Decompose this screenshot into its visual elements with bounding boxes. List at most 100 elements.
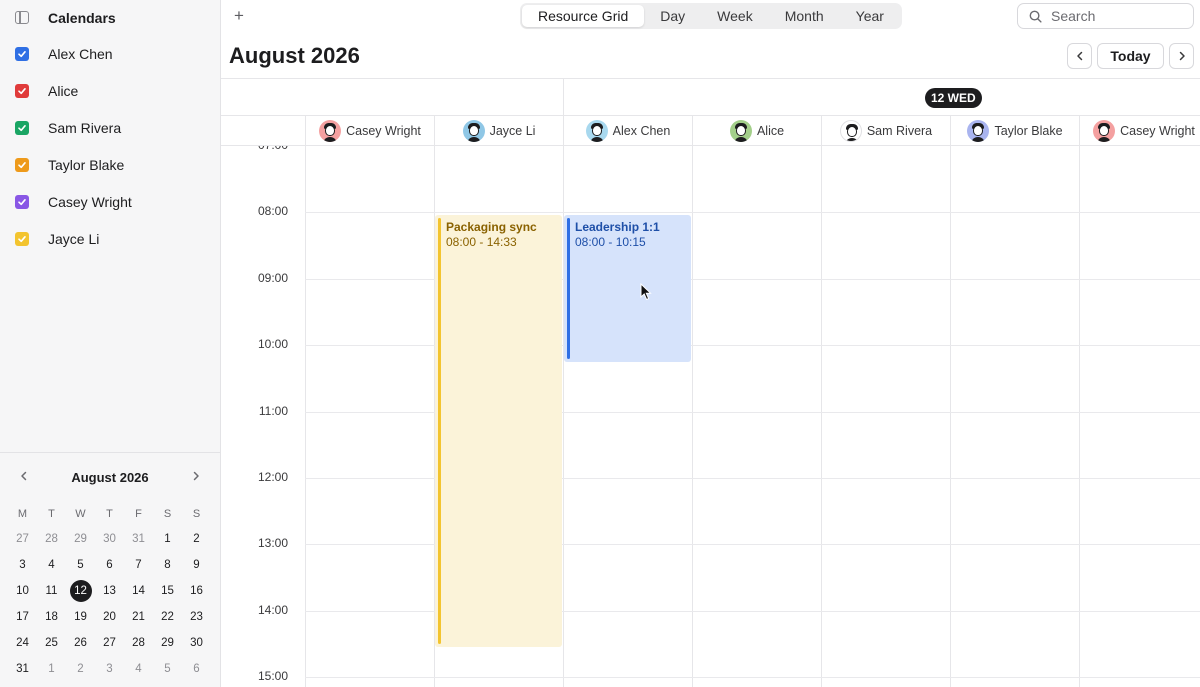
time-label: 08:00: [257, 204, 288, 219]
resource-header[interactable]: Casey Wright: [305, 116, 434, 146]
mini-day[interactable]: 21: [124, 604, 153, 630]
mini-day[interactable]: 13: [95, 578, 124, 604]
calendar-checkbox[interactable]: [15, 46, 29, 61]
mini-day-selected[interactable]: 12: [66, 578, 95, 604]
mini-day[interactable]: 28: [37, 526, 66, 552]
calendar-checkbox[interactable]: [15, 157, 29, 172]
mini-day[interactable]: 4: [124, 656, 153, 682]
mini-day[interactable]: 5: [153, 656, 182, 682]
mini-day[interactable]: 1: [153, 526, 182, 552]
time-grid[interactable]: 07:00 08:00 09:00 10:00 11:00 12:00 13:00 14:00…: [221, 146, 1200, 687]
mini-day[interactable]: 27: [8, 526, 37, 552]
mini-calendar-title: August 2026: [71, 470, 149, 485]
view-tab-day[interactable]: Day: [644, 5, 701, 27]
weekday-label: S: [192, 507, 201, 520]
mini-day[interactable]: 1: [37, 656, 66, 682]
calendar-item[interactable]: Jayce Li: [0, 220, 220, 257]
calendar-item[interactable]: Alice: [0, 72, 220, 109]
mini-next-month-button[interactable]: [188, 468, 204, 484]
event-title: Packaging sync: [446, 220, 537, 235]
mini-day[interactable]: 15: [153, 578, 182, 604]
mini-day[interactable]: 31: [124, 526, 153, 552]
mini-day[interactable]: 31: [8, 656, 37, 682]
resource-header[interactable]: Alex Chen: [563, 116, 692, 146]
mini-day[interactable]: 6: [95, 552, 124, 578]
search-input[interactable]: [1051, 6, 1186, 26]
today-button[interactable]: Today: [1097, 43, 1164, 69]
mini-day[interactable]: 2: [66, 656, 95, 682]
mini-day[interactable]: 30: [182, 630, 211, 656]
mini-day[interactable]: 27: [95, 630, 124, 656]
mini-day[interactable]: 8: [153, 552, 182, 578]
calendar-app: Calendars Alex Chen Alice Sam Rivera Taylor…: [0, 0, 1200, 687]
mini-day[interactable]: 6: [182, 656, 211, 682]
mini-day[interactable]: 30: [95, 526, 124, 552]
mini-day[interactable]: 18: [37, 604, 66, 630]
mini-day[interactable]: 10: [8, 578, 37, 604]
mini-day-number: 8: [164, 559, 171, 571]
mini-day-number: 28: [132, 637, 145, 649]
hour-line: [305, 212, 1200, 214]
mini-day[interactable]: 16: [182, 578, 211, 604]
calendar-item[interactable]: Alex Chen: [0, 35, 220, 72]
add-event-button[interactable]: +: [231, 7, 247, 24]
mini-day[interactable]: 23: [182, 604, 211, 630]
mini-day[interactable]: 24: [8, 630, 37, 656]
mini-day[interactable]: 5: [66, 552, 95, 578]
resource-header[interactable]: Casey Wright: [1079, 116, 1200, 146]
mini-day[interactable]: 29: [153, 630, 182, 656]
event-color-bar: [438, 218, 441, 645]
sidebar-toggle-icon[interactable]: [15, 11, 29, 24]
mini-day[interactable]: 29: [66, 526, 95, 552]
mini-day[interactable]: 2: [182, 526, 211, 552]
next-period-button[interactable]: [1169, 43, 1194, 69]
mini-day[interactable]: 4: [37, 552, 66, 578]
avatar: [839, 120, 862, 142]
mini-day[interactable]: 22: [153, 604, 182, 630]
mini-day[interactable]: 11: [37, 578, 66, 604]
mini-day[interactable]: 25: [37, 630, 66, 656]
checkmark-icon: [18, 124, 26, 131]
view-tab-resource-grid[interactable]: Resource Grid: [522, 5, 645, 27]
resource-header[interactable]: Taylor Blake: [950, 116, 1079, 146]
calendar-checkbox[interactable]: [15, 120, 29, 135]
calendar-item[interactable]: Casey Wright: [0, 183, 220, 220]
resource-header[interactable]: Sam Rivera: [821, 116, 950, 146]
hour-line: [305, 677, 1200, 679]
mini-day[interactable]: 3: [8, 552, 37, 578]
mini-day[interactable]: 19: [66, 604, 95, 630]
mini-day-number: 29: [74, 533, 87, 545]
mini-day-number: 19: [74, 611, 87, 623]
search-box[interactable]: [1017, 3, 1194, 29]
mini-day-number: 3: [19, 559, 26, 571]
mini-day-number: 5: [164, 663, 171, 675]
calendar-item[interactable]: Taylor Blake: [0, 146, 220, 183]
chevron-left-icon: [1076, 51, 1082, 61]
view-tab-year[interactable]: Year: [840, 5, 900, 27]
mini-day[interactable]: 26: [66, 630, 95, 656]
mini-day-number: 22: [161, 611, 174, 623]
resource-name: Alex Chen: [612, 124, 671, 138]
mini-day[interactable]: 28: [124, 630, 153, 656]
event-title: Leadership 1:1: [575, 220, 660, 235]
calendar-checkbox[interactable]: [15, 83, 29, 98]
view-tab-week[interactable]: Week: [701, 5, 769, 27]
avatar: [319, 120, 342, 142]
resource-header[interactable]: Alice: [692, 116, 821, 146]
avatar: [729, 120, 752, 142]
calendar-checkbox[interactable]: [15, 194, 29, 209]
view-tab-month[interactable]: Month: [769, 5, 840, 27]
prev-period-button[interactable]: [1067, 43, 1092, 69]
mini-day[interactable]: 7: [124, 552, 153, 578]
event-block[interactable]: Leadership 1:1 08:00 - 10:15: [564, 215, 691, 362]
mini-day[interactable]: 9: [182, 552, 211, 578]
calendar-checkbox[interactable]: [15, 231, 29, 246]
calendar-item[interactable]: Sam Rivera: [0, 109, 220, 146]
mini-day[interactable]: 17: [8, 604, 37, 630]
mini-day-number: 17: [16, 611, 29, 623]
mini-day[interactable]: 14: [124, 578, 153, 604]
resource-header[interactable]: Jayce Li: [434, 116, 563, 146]
event-block[interactable]: Packaging sync 08:00 - 14:33: [435, 215, 562, 648]
mini-day[interactable]: 3: [95, 656, 124, 682]
mini-day[interactable]: 20: [95, 604, 124, 630]
